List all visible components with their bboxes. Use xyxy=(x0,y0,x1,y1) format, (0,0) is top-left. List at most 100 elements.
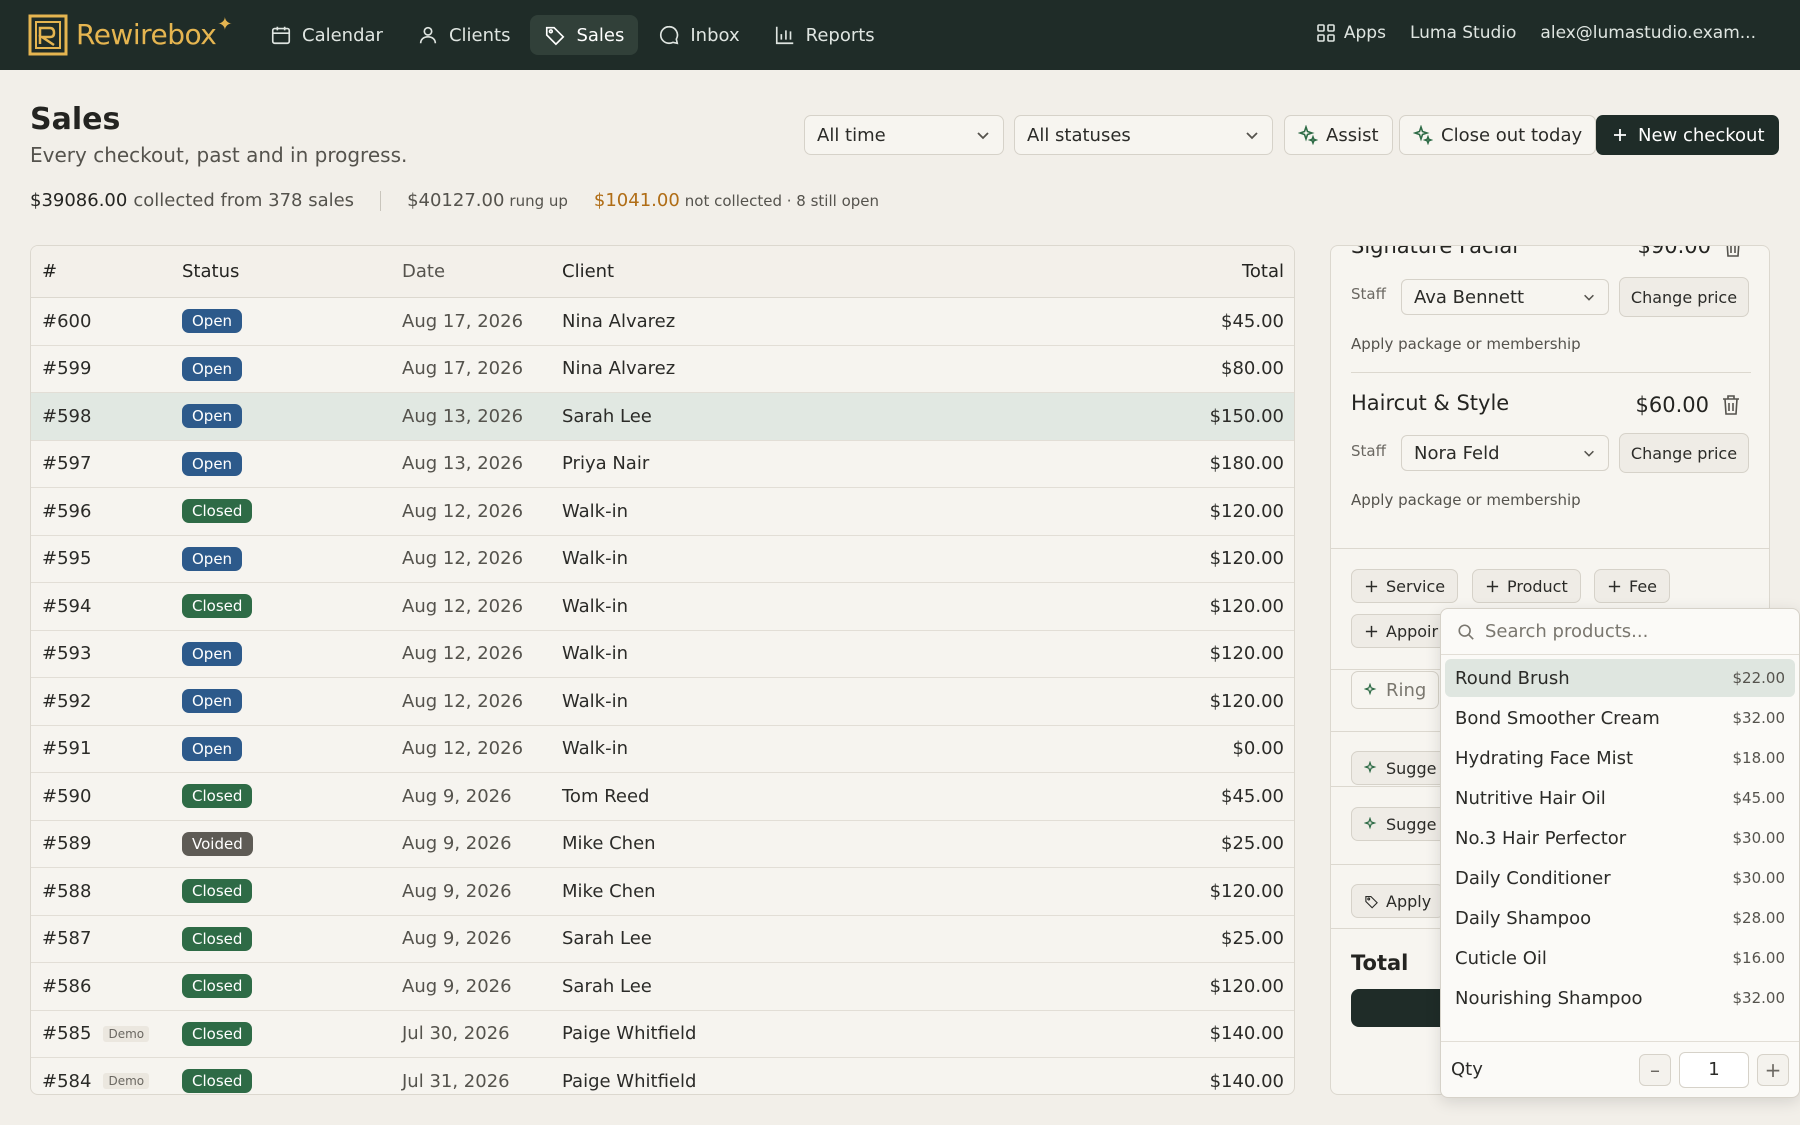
table-row[interactable]: #589 Voided Aug 9, 2026 Mike Chen $25.00 xyxy=(31,821,1294,868)
plus-icon xyxy=(1486,580,1499,592)
table-row[interactable]: #587 Closed Aug 9, 2026 Sarah Lee $25.00 xyxy=(31,916,1294,963)
apply-package-link[interactable]: Apply package or membership xyxy=(1351,335,1581,353)
nav-sales[interactable]: Sales xyxy=(530,15,639,55)
trash-icon[interactable] xyxy=(1723,245,1743,258)
date-cell: Jul 30, 2026 xyxy=(402,1023,510,1045)
status-badge: Closed xyxy=(182,499,253,524)
add-service-button[interactable]: Service xyxy=(1351,569,1459,603)
demo-tag: Demo xyxy=(103,1025,150,1042)
new-checkout-button[interactable]: New checkout xyxy=(1596,115,1779,155)
product-option[interactable]: Daily Conditioner $30.00 xyxy=(1445,859,1795,897)
app-logo[interactable]: Rewirebox ✦ xyxy=(28,12,232,56)
product-name: Bond Smoother Cream xyxy=(1455,707,1660,729)
service-name: Haircut & Style xyxy=(1351,391,1510,415)
table-row[interactable]: #590 Closed Aug 9, 2026 Tom Reed $45.00 xyxy=(31,773,1294,821)
col-header-date[interactable]: Date xyxy=(402,261,562,282)
apply-discount-button[interactable]: Apply xyxy=(1351,884,1445,918)
qty-increment-button[interactable]: + xyxy=(1757,1053,1789,1086)
product-option[interactable]: Hydrating Face Mist $18.00 xyxy=(1445,739,1795,777)
product-option[interactable]: Round Brush $22.00 xyxy=(1445,659,1795,697)
table-row[interactable]: #593 Open Aug 12, 2026 Walk-in $120.00 xyxy=(31,631,1294,678)
assist-button[interactable]: Assist xyxy=(1284,115,1393,155)
col-header-status[interactable]: Status xyxy=(182,261,402,282)
tag-icon xyxy=(546,26,565,46)
product-option[interactable]: Daily Shampoo $28.00 xyxy=(1445,899,1795,937)
add-product-button[interactable]: Product xyxy=(1472,569,1581,603)
rung-text: rung up xyxy=(509,192,568,210)
table-row[interactable]: #596 Closed Aug 12, 2026 Walk-in $120.00 xyxy=(31,488,1294,536)
nav-calendar[interactable]: Calendar xyxy=(256,15,397,55)
product-option[interactable]: Nutritive Hair Oil $45.00 xyxy=(1445,779,1795,817)
new-checkout-label: New checkout xyxy=(1638,124,1765,146)
col-header-number[interactable]: # xyxy=(31,261,182,282)
studio-name[interactable]: Luma Studio xyxy=(1410,23,1516,43)
staff-select[interactable]: Nora Feld xyxy=(1401,435,1609,471)
staff-select[interactable]: Ava Bennett xyxy=(1401,279,1609,315)
product-price: $30.00 xyxy=(1732,829,1786,847)
apps-button[interactable]: Apps xyxy=(1316,23,1386,43)
table-row[interactable]: #584 Demo Closed Jul 31, 2026 Paige Whit… xyxy=(31,1058,1294,1094)
chip-label: Appoir xyxy=(1386,621,1439,641)
chip-label: Sugge xyxy=(1386,814,1437,834)
table-row[interactable]: #598 Open Aug 13, 2026 Sarah Lee $150.00 xyxy=(31,393,1294,441)
col-header-total[interactable]: Total xyxy=(1094,261,1294,282)
suggest-button[interactable]: Sugge xyxy=(1351,751,1450,785)
product-option[interactable]: Nourishing Shampoo $32.00 xyxy=(1445,979,1795,1017)
nav-clients[interactable]: Clients xyxy=(403,15,525,55)
product-option[interactable]: Cuticle Oil $16.00 xyxy=(1445,939,1795,977)
client-cell: Sarah Lee xyxy=(562,405,652,427)
table-row[interactable]: #592 Open Aug 12, 2026 Walk-in $120.00 xyxy=(31,678,1294,726)
col-header-client[interactable]: Client xyxy=(562,261,1094,282)
status-cell: Closed xyxy=(182,974,402,999)
table-row[interactable]: #597 Open Aug 13, 2026 Priya Nair $180.0… xyxy=(31,441,1294,488)
change-price-button[interactable]: Change price xyxy=(1619,433,1749,473)
change-price-button[interactable]: Change price xyxy=(1619,277,1749,317)
status-filter-select[interactable]: All statuses xyxy=(1014,115,1273,155)
apply-package-link[interactable]: Apply package or membership xyxy=(1351,491,1581,509)
ring-up-button[interactable]: Ring xyxy=(1351,671,1440,709)
top-right-menu: Apps Luma Studio alex@lumastudio.exam... xyxy=(1316,23,1756,43)
close-out-button[interactable]: Close out today xyxy=(1399,115,1597,155)
product-price: $18.00 xyxy=(1732,749,1786,767)
add-appointment-button[interactable]: Appoir xyxy=(1351,614,1452,648)
product-search[interactable]: Search products... xyxy=(1441,609,1799,655)
add-fee-button[interactable]: Fee xyxy=(1594,569,1671,603)
sale-number: #593 xyxy=(42,643,92,665)
status-cell: Closed xyxy=(182,499,402,524)
date-cell: Aug 12, 2026 xyxy=(402,500,524,522)
table-row[interactable]: #588 Closed Aug 9, 2026 Mike Chen $120.0… xyxy=(31,868,1294,916)
status-cell: Closed xyxy=(182,1021,402,1046)
date-cell: Aug 13, 2026 xyxy=(402,453,524,475)
table-row[interactable]: #591 Open Aug 12, 2026 Walk-in $0.00 xyxy=(31,726,1294,773)
divider xyxy=(1331,548,1769,549)
time-filter-select[interactable]: All time xyxy=(804,115,1004,155)
nav-reports[interactable]: Reports xyxy=(760,15,889,55)
total-cell: $120.00 xyxy=(1209,500,1284,522)
status-badge: Voided xyxy=(182,831,253,856)
client-cell: Paige Whitfield xyxy=(562,1070,697,1092)
table-row[interactable]: #586 Closed Aug 9, 2026 Sarah Lee $120.0… xyxy=(31,963,1294,1011)
product-search-input[interactable]: Search products... xyxy=(1485,621,1648,642)
trash-icon[interactable] xyxy=(1721,394,1741,416)
tag-icon xyxy=(1365,895,1378,909)
table-row[interactable]: #585 Demo Closed Jul 30, 2026 Paige Whit… xyxy=(31,1011,1294,1058)
table-row[interactable]: #600 Open Aug 17, 2026 Nina Alvarez $45.… xyxy=(31,298,1294,346)
qty-decrement-button[interactable]: – xyxy=(1639,1053,1671,1086)
status-cell: Open xyxy=(182,356,402,381)
chevron-down-icon xyxy=(1246,132,1258,140)
suggest-button[interactable]: Sugge xyxy=(1351,807,1450,841)
product-option[interactable]: No.3 Hair Perfector $30.00 xyxy=(1445,819,1795,857)
product-option[interactable]: Bond Smoother Cream $32.00 xyxy=(1445,699,1795,737)
table-row[interactable]: #599 Open Aug 17, 2026 Nina Alvarez $80.… xyxy=(31,346,1294,393)
qty-input[interactable]: 1 xyxy=(1679,1051,1749,1088)
nav-inbox[interactable]: Inbox xyxy=(644,15,753,55)
table-body: #600 Open Aug 17, 2026 Nina Alvarez $45.… xyxy=(31,298,1294,1094)
table-row[interactable]: #594 Closed Aug 12, 2026 Walk-in $120.00 xyxy=(31,583,1294,631)
table-row[interactable]: #595 Open Aug 12, 2026 Walk-in $120.00 xyxy=(31,536,1294,583)
product-list: Round Brush $22.00 Bond Smoother Cream $3… xyxy=(1441,655,1799,1017)
client-cell: Walk-in xyxy=(562,500,629,522)
sale-number: #590 xyxy=(42,785,92,807)
sale-number-cell: #595 xyxy=(31,548,182,569)
total-cell: $120.00 xyxy=(1209,643,1284,665)
user-email[interactable]: alex@lumastudio.exam... xyxy=(1540,23,1756,43)
